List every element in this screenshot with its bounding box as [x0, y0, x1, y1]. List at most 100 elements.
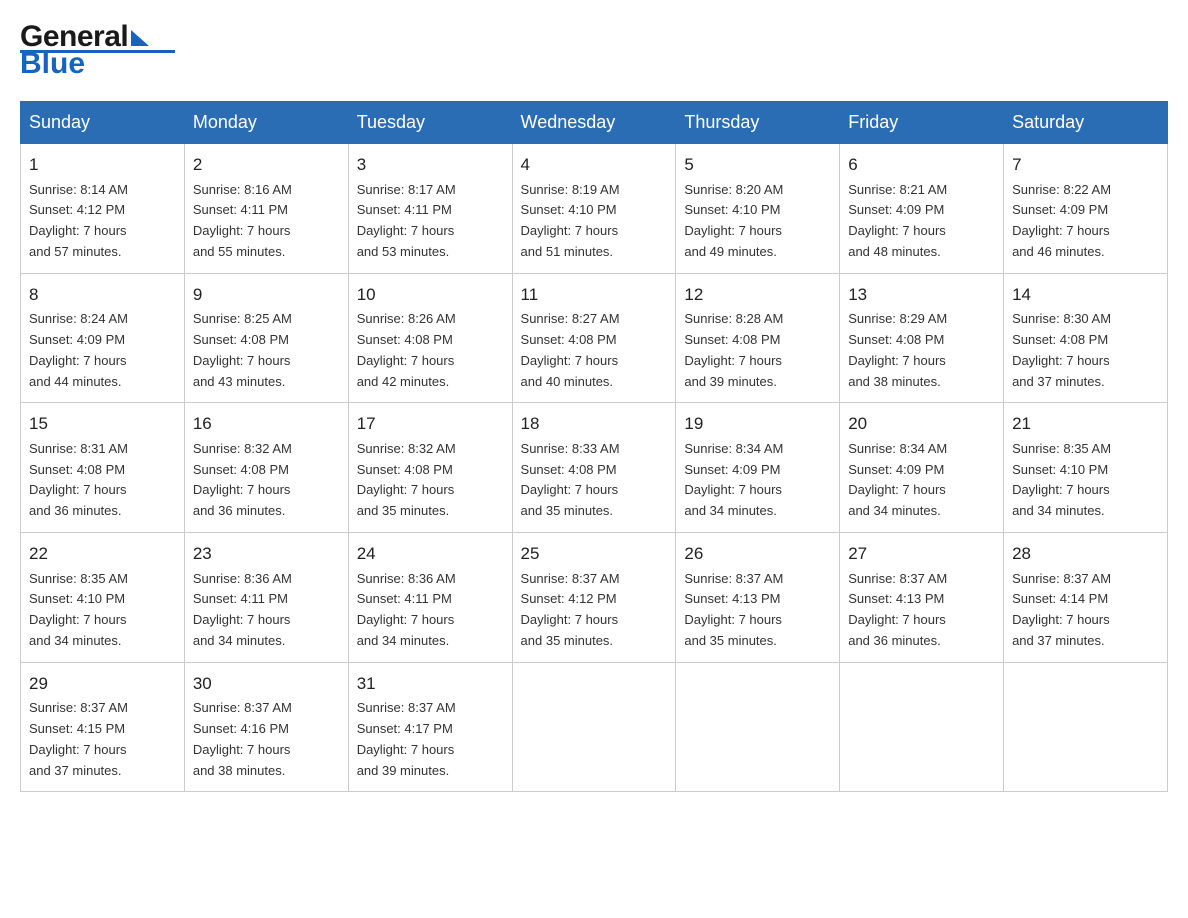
- day-info: Sunrise: 8:25 AM Sunset: 4:08 PM Dayligh…: [193, 309, 340, 392]
- day-cell: 26 Sunrise: 8:37 AM Sunset: 4:13 PM Dayl…: [676, 533, 840, 663]
- day-number: 3: [357, 152, 504, 178]
- day-cell: 15 Sunrise: 8:31 AM Sunset: 4:08 PM Dayl…: [21, 403, 185, 533]
- day-number: 12: [684, 282, 831, 308]
- day-info: Sunrise: 8:37 AM Sunset: 4:16 PM Dayligh…: [193, 698, 340, 781]
- day-cell: 21 Sunrise: 8:35 AM Sunset: 4:10 PM Dayl…: [1004, 403, 1168, 533]
- day-cell: 6 Sunrise: 8:21 AM Sunset: 4:09 PM Dayli…: [840, 144, 1004, 274]
- day-cell: 23 Sunrise: 8:36 AM Sunset: 4:11 PM Dayl…: [184, 533, 348, 663]
- week-row-4: 22 Sunrise: 8:35 AM Sunset: 4:10 PM Dayl…: [21, 533, 1168, 663]
- day-number: 21: [1012, 411, 1159, 437]
- day-header-saturday: Saturday: [1004, 102, 1168, 144]
- day-cell: 16 Sunrise: 8:32 AM Sunset: 4:08 PM Dayl…: [184, 403, 348, 533]
- day-cell: 19 Sunrise: 8:34 AM Sunset: 4:09 PM Dayl…: [676, 403, 840, 533]
- day-cell: 17 Sunrise: 8:32 AM Sunset: 4:08 PM Dayl…: [348, 403, 512, 533]
- day-info: Sunrise: 8:31 AM Sunset: 4:08 PM Dayligh…: [29, 439, 176, 522]
- day-number: 2: [193, 152, 340, 178]
- day-number: 8: [29, 282, 176, 308]
- week-row-2: 8 Sunrise: 8:24 AM Sunset: 4:09 PM Dayli…: [21, 273, 1168, 403]
- day-info: Sunrise: 8:37 AM Sunset: 4:14 PM Dayligh…: [1012, 569, 1159, 652]
- day-header-wednesday: Wednesday: [512, 102, 676, 144]
- day-number: 30: [193, 671, 340, 697]
- day-number: 27: [848, 541, 995, 567]
- day-number: 18: [521, 411, 668, 437]
- day-info: Sunrise: 8:35 AM Sunset: 4:10 PM Dayligh…: [29, 569, 176, 652]
- day-info: Sunrise: 8:28 AM Sunset: 4:08 PM Dayligh…: [684, 309, 831, 392]
- day-cell: 30 Sunrise: 8:37 AM Sunset: 4:16 PM Dayl…: [184, 662, 348, 792]
- day-number: 19: [684, 411, 831, 437]
- logo-blue-text: Blue: [20, 47, 85, 81]
- day-info: Sunrise: 8:35 AM Sunset: 4:10 PM Dayligh…: [1012, 439, 1159, 522]
- day-info: Sunrise: 8:22 AM Sunset: 4:09 PM Dayligh…: [1012, 180, 1159, 263]
- day-number: 28: [1012, 541, 1159, 567]
- day-header-sunday: Sunday: [21, 102, 185, 144]
- day-number: 14: [1012, 282, 1159, 308]
- day-number: 5: [684, 152, 831, 178]
- day-cell: 31 Sunrise: 8:37 AM Sunset: 4:17 PM Dayl…: [348, 662, 512, 792]
- day-info: Sunrise: 8:37 AM Sunset: 4:17 PM Dayligh…: [357, 698, 504, 781]
- day-info: Sunrise: 8:30 AM Sunset: 4:08 PM Dayligh…: [1012, 309, 1159, 392]
- week-row-3: 15 Sunrise: 8:31 AM Sunset: 4:08 PM Dayl…: [21, 403, 1168, 533]
- day-info: Sunrise: 8:20 AM Sunset: 4:10 PM Dayligh…: [684, 180, 831, 263]
- day-info: Sunrise: 8:16 AM Sunset: 4:11 PM Dayligh…: [193, 180, 340, 263]
- day-info: Sunrise: 8:33 AM Sunset: 4:08 PM Dayligh…: [521, 439, 668, 522]
- day-header-thursday: Thursday: [676, 102, 840, 144]
- day-number: 26: [684, 541, 831, 567]
- day-info: Sunrise: 8:37 AM Sunset: 4:13 PM Dayligh…: [848, 569, 995, 652]
- day-number: 13: [848, 282, 995, 308]
- day-header-tuesday: Tuesday: [348, 102, 512, 144]
- day-headers-row: SundayMondayTuesdayWednesdayThursdayFrid…: [21, 102, 1168, 144]
- day-cell: [512, 662, 676, 792]
- day-cell: [840, 662, 1004, 792]
- day-header-friday: Friday: [840, 102, 1004, 144]
- page-header: General Blue: [20, 20, 1168, 81]
- day-number: 9: [193, 282, 340, 308]
- day-cell: 20 Sunrise: 8:34 AM Sunset: 4:09 PM Dayl…: [840, 403, 1004, 533]
- day-cell: 27 Sunrise: 8:37 AM Sunset: 4:13 PM Dayl…: [840, 533, 1004, 663]
- day-number: 25: [521, 541, 668, 567]
- day-number: 22: [29, 541, 176, 567]
- day-cell: 12 Sunrise: 8:28 AM Sunset: 4:08 PM Dayl…: [676, 273, 840, 403]
- day-number: 1: [29, 152, 176, 178]
- day-info: Sunrise: 8:19 AM Sunset: 4:10 PM Dayligh…: [521, 180, 668, 263]
- day-number: 4: [521, 152, 668, 178]
- day-info: Sunrise: 8:27 AM Sunset: 4:08 PM Dayligh…: [521, 309, 668, 392]
- day-info: Sunrise: 8:24 AM Sunset: 4:09 PM Dayligh…: [29, 309, 176, 392]
- day-info: Sunrise: 8:37 AM Sunset: 4:15 PM Dayligh…: [29, 698, 176, 781]
- day-info: Sunrise: 8:37 AM Sunset: 4:12 PM Dayligh…: [521, 569, 668, 652]
- day-info: Sunrise: 8:37 AM Sunset: 4:13 PM Dayligh…: [684, 569, 831, 652]
- day-cell: 4 Sunrise: 8:19 AM Sunset: 4:10 PM Dayli…: [512, 144, 676, 274]
- day-info: Sunrise: 8:26 AM Sunset: 4:08 PM Dayligh…: [357, 309, 504, 392]
- day-info: Sunrise: 8:14 AM Sunset: 4:12 PM Dayligh…: [29, 180, 176, 263]
- day-number: 7: [1012, 152, 1159, 178]
- day-number: 17: [357, 411, 504, 437]
- day-cell: 13 Sunrise: 8:29 AM Sunset: 4:08 PM Dayl…: [840, 273, 1004, 403]
- calendar-header: SundayMondayTuesdayWednesdayThursdayFrid…: [21, 102, 1168, 144]
- week-row-1: 1 Sunrise: 8:14 AM Sunset: 4:12 PM Dayli…: [21, 144, 1168, 274]
- day-cell: [676, 662, 840, 792]
- day-info: Sunrise: 8:29 AM Sunset: 4:08 PM Dayligh…: [848, 309, 995, 392]
- day-number: 16: [193, 411, 340, 437]
- day-cell: 8 Sunrise: 8:24 AM Sunset: 4:09 PM Dayli…: [21, 273, 185, 403]
- day-cell: 5 Sunrise: 8:20 AM Sunset: 4:10 PM Dayli…: [676, 144, 840, 274]
- day-cell: 14 Sunrise: 8:30 AM Sunset: 4:08 PM Dayl…: [1004, 273, 1168, 403]
- day-info: Sunrise: 8:34 AM Sunset: 4:09 PM Dayligh…: [848, 439, 995, 522]
- day-header-monday: Monday: [184, 102, 348, 144]
- day-number: 6: [848, 152, 995, 178]
- day-cell: 10 Sunrise: 8:26 AM Sunset: 4:08 PM Dayl…: [348, 273, 512, 403]
- day-cell: 18 Sunrise: 8:33 AM Sunset: 4:08 PM Dayl…: [512, 403, 676, 533]
- logo-arrow-icon: [131, 30, 149, 46]
- day-number: 20: [848, 411, 995, 437]
- day-info: Sunrise: 8:36 AM Sunset: 4:11 PM Dayligh…: [357, 569, 504, 652]
- day-cell: 3 Sunrise: 8:17 AM Sunset: 4:11 PM Dayli…: [348, 144, 512, 274]
- day-info: Sunrise: 8:36 AM Sunset: 4:11 PM Dayligh…: [193, 569, 340, 652]
- calendar-table: SundayMondayTuesdayWednesdayThursdayFrid…: [20, 101, 1168, 792]
- week-row-5: 29 Sunrise: 8:37 AM Sunset: 4:15 PM Dayl…: [21, 662, 1168, 792]
- day-cell: 11 Sunrise: 8:27 AM Sunset: 4:08 PM Dayl…: [512, 273, 676, 403]
- day-number: 29: [29, 671, 176, 697]
- day-cell: 1 Sunrise: 8:14 AM Sunset: 4:12 PM Dayli…: [21, 144, 185, 274]
- day-cell: 7 Sunrise: 8:22 AM Sunset: 4:09 PM Dayli…: [1004, 144, 1168, 274]
- day-cell: 2 Sunrise: 8:16 AM Sunset: 4:11 PM Dayli…: [184, 144, 348, 274]
- day-cell: 29 Sunrise: 8:37 AM Sunset: 4:15 PM Dayl…: [21, 662, 185, 792]
- day-cell: [1004, 662, 1168, 792]
- day-cell: 9 Sunrise: 8:25 AM Sunset: 4:08 PM Dayli…: [184, 273, 348, 403]
